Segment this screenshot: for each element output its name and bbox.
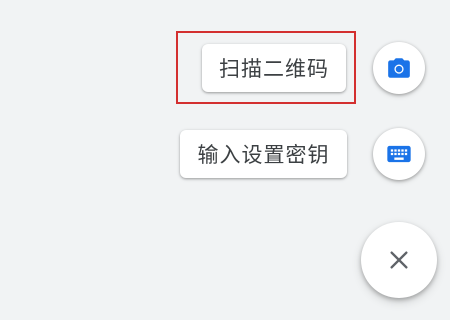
enter-setup-key-label: 输入设置密钥: [197, 143, 330, 167]
close-icon: [388, 249, 410, 271]
enter-setup-key-fab[interactable]: [373, 128, 425, 180]
close-speed-dial-button[interactable]: [361, 222, 437, 298]
keyboard-icon: [385, 140, 413, 168]
scan-qr-code-label-button[interactable]: 扫描二维码: [202, 44, 346, 92]
enter-setup-key-label-button[interactable]: 输入设置密钥: [180, 130, 347, 178]
speed-dial-overlay: 扫描二维码 输入设置密钥: [0, 0, 450, 320]
scan-qr-code-label: 扫描二维码: [219, 57, 329, 81]
camera-icon: [386, 55, 412, 81]
scan-qr-code-fab[interactable]: [373, 42, 425, 94]
